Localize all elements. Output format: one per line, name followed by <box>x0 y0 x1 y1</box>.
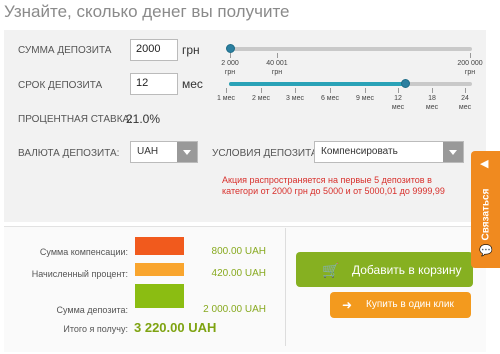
rate-value: 21.0% <box>126 112 161 126</box>
term-tick <box>365 88 366 93</box>
compensation-label: Сумма компенсации: <box>39 247 128 257</box>
amount-tick <box>277 53 278 58</box>
term-slider-fill <box>229 82 406 86</box>
term-tick <box>432 88 433 93</box>
chevron-down-icon[interactable] <box>443 142 463 162</box>
buy-one-click-label: Купить в один клик <box>366 299 454 310</box>
conditions-select[interactable]: Компенсировать <box>314 141 464 163</box>
term-tick-label: 6 мес <box>320 95 340 102</box>
conditions-select-value: Компенсировать <box>321 146 398 157</box>
currency-label: Валюта депозита: <box>18 148 120 159</box>
interest-label: Начисленный процент: <box>31 269 128 279</box>
term-tick-label: 1 мес <box>216 95 236 102</box>
amount-slider-track <box>229 47 472 51</box>
term-tick <box>261 88 262 93</box>
amount-tick-label: 40 001 грн <box>266 60 288 76</box>
add-to-cart-label: Добавить в корзину <box>352 263 462 277</box>
term-unit: мес <box>182 77 203 91</box>
chevron-down-icon[interactable] <box>177 142 197 162</box>
chevron-left-icon: ◀ <box>480 158 489 170</box>
currency-select-value: UAH <box>137 146 159 157</box>
amount-slider-knob[interactable] <box>226 44 235 53</box>
amount-input[interactable]: 2000 <box>130 39 178 61</box>
deposit-amount: 2 000.00 UAH <box>203 304 266 315</box>
buy-one-click-button[interactable]: ➜ Купить в один клик <box>330 292 471 318</box>
amount-tick-label: 200 000 грн <box>457 60 483 76</box>
amount-unit: грн <box>182 43 200 57</box>
cart-icon: 🛒 <box>322 262 340 278</box>
term-tick-label: 24 мес <box>458 95 472 111</box>
add-to-cart-button[interactable]: 🛒 Добавить в корзину <box>296 252 473 287</box>
compensation-amount: 800.00 UAH <box>211 246 266 257</box>
total-amount: 3 220.00 UAH <box>134 320 217 335</box>
term-tick <box>465 88 466 93</box>
term-tick <box>330 88 331 93</box>
deposit-label: Сумма депозита: <box>56 305 129 315</box>
interest-amount: 420.00 UAH <box>211 268 266 279</box>
term-tick <box>295 88 296 93</box>
amount-tick <box>470 53 471 58</box>
currency-select[interactable]: UAH <box>130 141 198 163</box>
arrow-right-icon: ➜ <box>342 298 353 312</box>
page-title: Узнайте, сколько денег вы получите <box>4 2 290 21</box>
compensation-swatch <box>135 237 184 255</box>
deposit-swatch <box>135 284 184 308</box>
term-input[interactable]: 12 <box>130 73 178 95</box>
contact-label: Связаться <box>480 188 492 241</box>
conditions-label: Условия депозита: <box>212 148 321 159</box>
chat-icon: 💬 <box>479 245 493 257</box>
promo-notice: Акция распространяется на первые 5 депоз… <box>222 175 445 196</box>
term-tick <box>226 88 227 93</box>
contact-side-tab[interactable]: ◀ Связаться 💬 <box>471 151 500 268</box>
interest-swatch <box>135 263 184 276</box>
rate-label: Процентная ставка: <box>18 114 132 125</box>
term-label: Срок депозита <box>18 80 103 91</box>
amount-tick-label: 2 000 грн <box>221 60 239 76</box>
amount-label: Сумма депозита <box>18 45 112 56</box>
results-divider <box>285 228 286 346</box>
amount-tick <box>230 53 231 58</box>
term-tick <box>398 88 399 93</box>
total-label: Итого я получу: <box>63 324 128 334</box>
term-tick-label: 3 мес <box>285 95 305 102</box>
